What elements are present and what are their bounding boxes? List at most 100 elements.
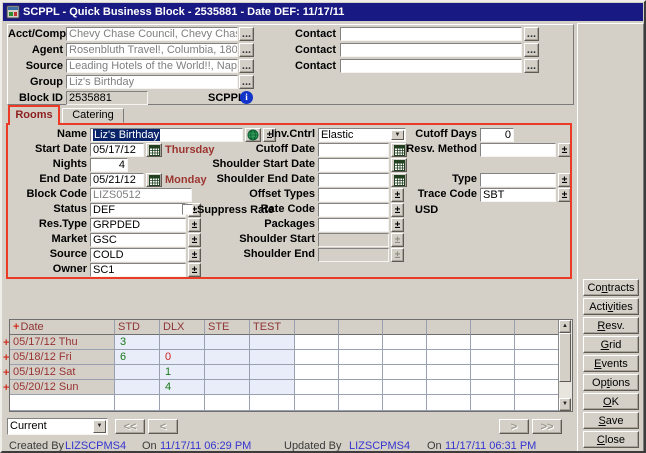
- grid-cell[interactable]: 0: [160, 350, 205, 365]
- grid-cell[interactable]: [471, 380, 515, 395]
- grid-cell[interactable]: [427, 335, 471, 350]
- prev-page-button[interactable]: <: [148, 419, 178, 434]
- grid-cell[interactable]: 4: [160, 380, 205, 395]
- window-title: SCPPL - Quick Business Block - 2535881 -…: [23, 6, 344, 18]
- grid-button[interactable]: Grid: [583, 336, 639, 353]
- source-browse-button[interactable]: ...: [239, 59, 254, 73]
- grid-cell[interactable]: [339, 335, 383, 350]
- grid-cell[interactable]: 3: [115, 335, 160, 350]
- scroll-up-icon[interactable]: ▲: [559, 320, 571, 333]
- grid-date-cell[interactable]: [10, 395, 115, 411]
- account-panel: Acct/Comp Chevy Chase Council, Chevy Cha…: [7, 24, 574, 105]
- grid-cell[interactable]: [160, 395, 205, 411]
- grid-cell[interactable]: [205, 380, 250, 395]
- save-button[interactable]: Save: [583, 412, 639, 429]
- close-button[interactable]: Close: [583, 431, 639, 448]
- grid-cell[interactable]: [295, 365, 339, 380]
- grid-scrollbar[interactable]: ▲ ▼: [558, 320, 572, 411]
- block-id-field[interactable]: 2535881: [66, 91, 148, 105]
- grid-cell[interactable]: [427, 395, 471, 411]
- rooms-group-box: [6, 123, 572, 279]
- acct-comp-field[interactable]: Chevy Chase Council, Chevy Chase, 1800: [66, 27, 238, 41]
- grid-cell[interactable]: [339, 350, 383, 365]
- grid-cell[interactable]: [205, 395, 250, 411]
- grid-cell[interactable]: [250, 335, 295, 350]
- grid-cell[interactable]: [515, 365, 559, 380]
- grid-row: 05/20/12 Sun 4: [10, 380, 559, 395]
- grid-view-combobox[interactable]: Current ▼: [7, 418, 108, 435]
- grid-cell[interactable]: [383, 335, 427, 350]
- tab-catering[interactable]: Catering: [62, 108, 124, 123]
- grid-header-cell: [471, 320, 515, 335]
- contact-3-field[interactable]: [340, 59, 522, 73]
- grid-cell[interactable]: [115, 380, 160, 395]
- grid-header-cell: [339, 320, 383, 335]
- action-panel: Contracts Activities Resv. Grid Events Option…: [577, 23, 644, 452]
- tab-rooms[interactable]: Rooms: [8, 105, 60, 125]
- group-browse-button[interactable]: ...: [239, 75, 254, 89]
- grid-cell[interactable]: 6: [115, 350, 160, 365]
- scroll-down-icon[interactable]: ▼: [559, 398, 571, 411]
- options-button[interactable]: Options: [583, 374, 639, 391]
- chevron-down-icon[interactable]: ▼: [93, 420, 106, 433]
- grid-cell[interactable]: [427, 380, 471, 395]
- last-page-button[interactable]: >>: [532, 419, 562, 434]
- resv-button[interactable]: Resv.: [583, 317, 639, 334]
- grid-cell[interactable]: [427, 350, 471, 365]
- grid-cell[interactable]: [250, 395, 295, 411]
- grid-cell[interactable]: [205, 335, 250, 350]
- grid-cell[interactable]: [115, 395, 160, 411]
- grid-cell[interactable]: [339, 380, 383, 395]
- grid-cell[interactable]: [383, 380, 427, 395]
- grid-cell[interactable]: [295, 395, 339, 411]
- grid-cell[interactable]: [471, 335, 515, 350]
- grid-cell[interactable]: [383, 350, 427, 365]
- grid-cell[interactable]: [515, 335, 559, 350]
- activities-button[interactable]: Activities: [583, 298, 639, 315]
- grid-cell[interactable]: [515, 380, 559, 395]
- contact-1-browse-button[interactable]: ...: [524, 27, 539, 41]
- grid-cell[interactable]: [471, 395, 515, 411]
- grid-date-cell[interactable]: 05/20/12 Sun: [10, 380, 115, 395]
- grid-cell[interactable]: [295, 335, 339, 350]
- grid-date-cell[interactable]: 05/18/12 Fri: [10, 350, 115, 365]
- grid-cell[interactable]: [427, 365, 471, 380]
- first-page-button[interactable]: <<: [115, 419, 145, 434]
- grid-cell[interactable]: [339, 395, 383, 411]
- grid-date-cell[interactable]: 05/19/12 Sat: [10, 365, 115, 380]
- contracts-button[interactable]: Contracts: [583, 279, 639, 296]
- grid-cell[interactable]: [515, 350, 559, 365]
- grid-cell[interactable]: [115, 365, 160, 380]
- grid-cell[interactable]: [250, 380, 295, 395]
- grid-cell[interactable]: [250, 365, 295, 380]
- grid-cell[interactable]: [205, 350, 250, 365]
- grid-cell[interactable]: [339, 365, 383, 380]
- grid-cell[interactable]: 1: [160, 365, 205, 380]
- grid-cell[interactable]: [383, 395, 427, 411]
- acct-comp-browse-button[interactable]: ...: [239, 27, 254, 41]
- contact-2-field[interactable]: [340, 43, 522, 57]
- next-page-button[interactable]: >: [499, 419, 529, 434]
- group-field[interactable]: Liz's Birthday: [66, 75, 238, 89]
- grid-cell[interactable]: [471, 365, 515, 380]
- grid-cell[interactable]: [250, 350, 295, 365]
- contact-3-browse-button[interactable]: ...: [524, 59, 539, 73]
- grid-cell[interactable]: [205, 365, 250, 380]
- agent-browse-button[interactable]: ...: [239, 43, 254, 57]
- grid-cell[interactable]: [471, 350, 515, 365]
- grid-cell[interactable]: [383, 365, 427, 380]
- info-icon[interactable]: i: [240, 91, 253, 104]
- grid-cell[interactable]: [160, 335, 205, 350]
- grid-cell[interactable]: [515, 395, 559, 411]
- grid-header-cell: STD: [115, 320, 160, 335]
- source-field[interactable]: Leading Hotels of the World!!, Naples, 1…: [66, 59, 238, 73]
- grid-cell[interactable]: [295, 350, 339, 365]
- contact-2-browse-button[interactable]: ...: [524, 43, 539, 57]
- grid-cell[interactable]: [295, 380, 339, 395]
- scrollbar-thumb[interactable]: [559, 333, 571, 382]
- contact-1-field[interactable]: [340, 27, 522, 41]
- events-button[interactable]: Events: [583, 355, 639, 372]
- agent-field[interactable]: Rosenbluth Travel!, Columbia, 1800-roser: [66, 43, 238, 57]
- ok-button[interactable]: OK: [583, 393, 639, 410]
- grid-date-cell[interactable]: 05/17/12 Thu: [10, 335, 115, 350]
